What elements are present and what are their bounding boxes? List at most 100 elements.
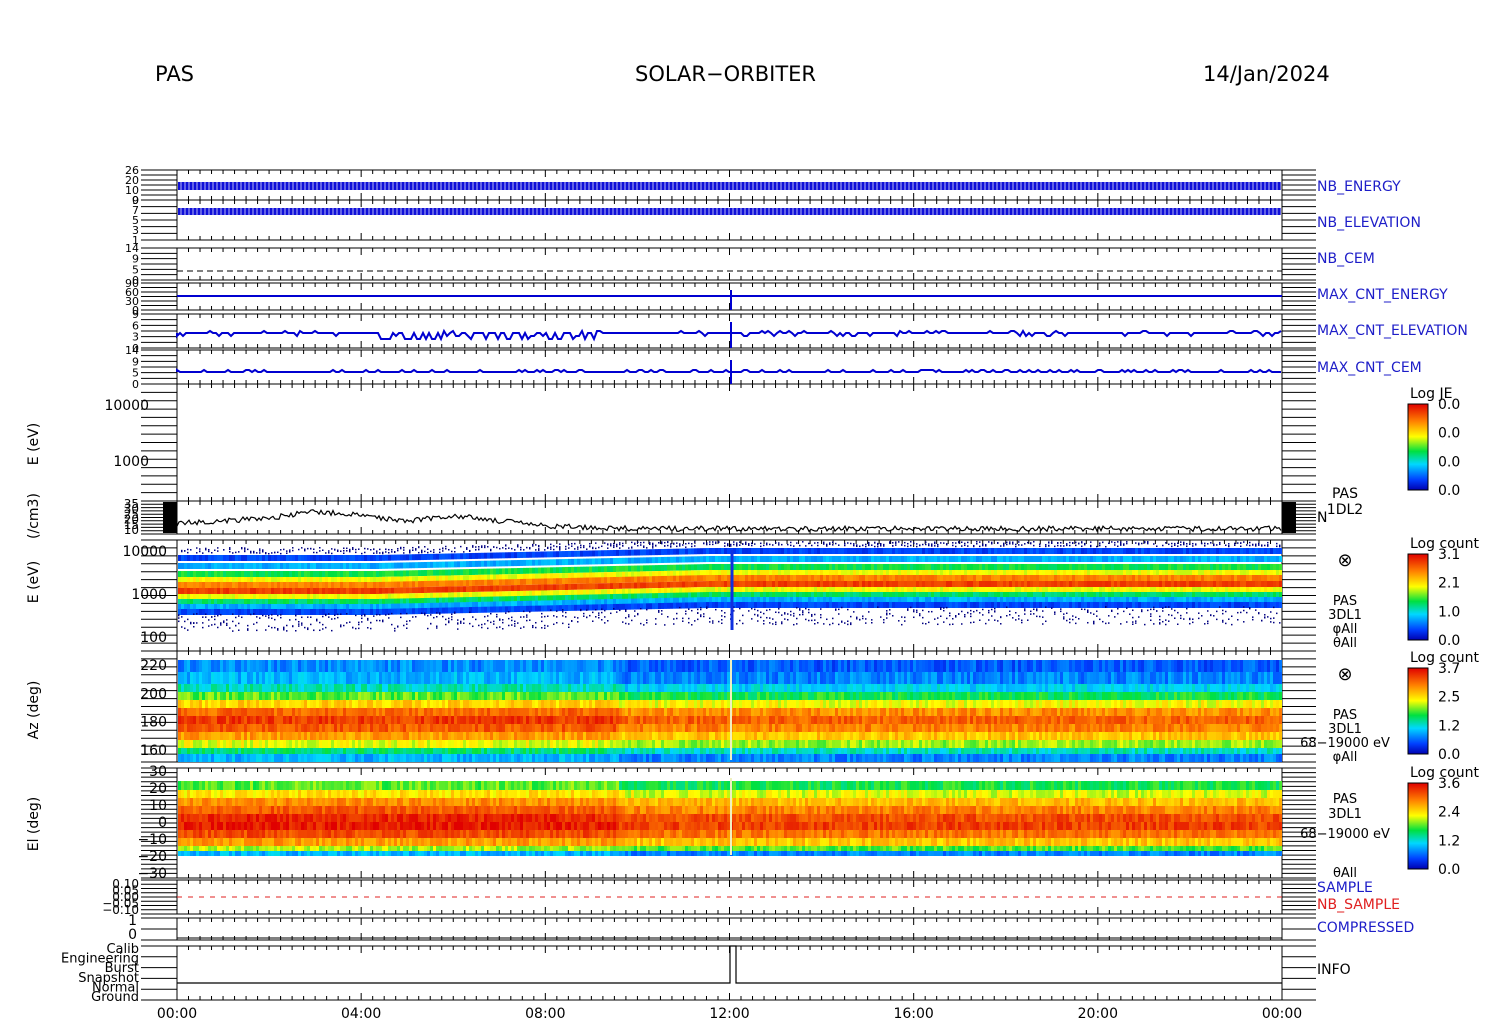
energy-spec-speckle xyxy=(274,618,276,621)
energy-spec-cell xyxy=(418,587,421,594)
energy-spec-cell xyxy=(352,555,355,561)
energy-spec-cell xyxy=(352,609,355,615)
energy-spec-speckle xyxy=(262,550,264,553)
energy-spec-speckle xyxy=(301,622,303,624)
energy-spec-cell xyxy=(379,570,382,577)
energy-spec-speckle xyxy=(205,547,207,550)
energy-spec-speckle xyxy=(418,546,420,548)
energy-spec-cell xyxy=(424,553,427,560)
energy-spec-cell xyxy=(322,609,325,615)
energy-spec-cell xyxy=(211,563,214,569)
energy-spec-cell xyxy=(394,562,397,569)
energy-spec-speckle xyxy=(328,552,330,554)
energy-spec-speckle xyxy=(208,550,210,553)
energy-spec-speckle xyxy=(400,616,402,619)
energy-spec-cell xyxy=(202,571,205,577)
energy-spec-speckle xyxy=(460,622,462,624)
energy-spec-cell xyxy=(277,588,280,594)
energy-spec-cell xyxy=(211,609,214,615)
energy-spec-speckle xyxy=(460,620,462,623)
energy-spec-speckle xyxy=(181,616,183,618)
energy-spec-speckle xyxy=(286,550,288,552)
energy-spec-speckle xyxy=(451,613,453,616)
energy-spec-cell xyxy=(388,554,391,561)
energy-spec-cell xyxy=(367,563,370,569)
energy-spec-cell xyxy=(289,563,292,569)
energy-spec-cell xyxy=(229,571,232,577)
energy-spec-cell xyxy=(301,609,304,615)
energy-spec-cell xyxy=(292,563,295,569)
energy-spec-cell xyxy=(403,587,406,594)
energy-spec-speckle xyxy=(469,622,471,625)
energy-spec-cell xyxy=(310,588,313,594)
energy-spec-cell xyxy=(313,571,316,577)
energy-spec-speckle xyxy=(433,616,435,619)
panel-content xyxy=(163,182,1296,984)
energy-spec-cell xyxy=(244,571,247,577)
energy-spec-cell xyxy=(283,555,286,561)
energy-spec-speckle xyxy=(400,613,402,615)
energy-spec-cell xyxy=(409,608,412,615)
energy-spec-speckle xyxy=(439,551,441,554)
energy-spec-speckle xyxy=(397,547,399,550)
energy-spec-cell xyxy=(277,609,280,615)
energy-spec-cell xyxy=(472,585,475,592)
energy-spec-cell xyxy=(448,580,451,587)
energy-spec-cell xyxy=(433,580,436,587)
energy-spec-cell xyxy=(424,561,427,568)
energy-spec-speckle xyxy=(253,623,255,625)
energy-spec-speckle xyxy=(448,621,450,624)
energy-spec-speckle xyxy=(472,625,474,628)
energy-spec-cell xyxy=(271,588,274,594)
energy-spec-cell xyxy=(421,587,424,594)
energy-spec-cell xyxy=(400,562,403,569)
energy-spec-speckle xyxy=(337,550,339,553)
energy-spec-cell xyxy=(256,555,259,561)
energy-spec-speckle xyxy=(340,550,342,552)
energy-spec-speckle xyxy=(382,551,384,554)
energy-spec-cell xyxy=(235,555,238,561)
energy-spec-cell xyxy=(445,553,448,560)
energy-spec-speckle xyxy=(445,547,447,550)
energy-spec-speckle xyxy=(328,616,330,618)
energy-spec-cell xyxy=(382,608,385,615)
energy-spec-cell xyxy=(331,571,334,577)
energy-spec-cell xyxy=(343,609,346,615)
energy-spec-speckle xyxy=(268,617,270,619)
energy-spec-cell xyxy=(361,571,364,577)
energy-spec-cell xyxy=(469,561,472,568)
energy-spec-cell xyxy=(355,609,358,615)
energy-spec-cell xyxy=(178,555,181,561)
energy-spec-speckle xyxy=(388,617,390,619)
energy-spec-cell xyxy=(382,587,385,594)
energy-spec-cell xyxy=(310,571,313,577)
energy-spec-cell xyxy=(205,555,208,561)
energy-spec-speckle xyxy=(301,624,303,626)
energy-spec-cell xyxy=(409,581,412,588)
energy-spec-speckle xyxy=(430,550,432,553)
energy-spec-cell xyxy=(478,606,481,613)
energy-spec-cell xyxy=(325,563,328,569)
energy-spec-cell xyxy=(253,571,256,577)
energy-spec-cell xyxy=(277,571,280,577)
energy-spec-cell xyxy=(427,553,430,560)
energy-spec-speckle xyxy=(205,613,207,616)
energy-spec-cell xyxy=(409,554,412,561)
energy-spec-speckle xyxy=(283,629,285,631)
energy-spec-cell xyxy=(451,553,454,560)
energy-spec-cell xyxy=(301,571,304,577)
energy-spec-speckle xyxy=(247,629,249,631)
energy-spec-cell xyxy=(397,587,400,594)
energy-spec-cell xyxy=(232,588,235,594)
energy-spec-speckle xyxy=(271,617,273,620)
energy-spec-cell xyxy=(313,563,316,569)
energy-spec-cell xyxy=(472,579,475,586)
energy-spec-cell xyxy=(457,607,460,614)
energy-spec-cell xyxy=(286,582,289,588)
energy-spec-cell xyxy=(304,609,307,615)
energy-spec-speckle xyxy=(364,613,366,616)
energy-spec-cell xyxy=(184,563,187,569)
energy-spec-cell xyxy=(376,570,379,577)
energy-spec-cell xyxy=(451,561,454,568)
energy-spec-cell xyxy=(316,571,319,577)
